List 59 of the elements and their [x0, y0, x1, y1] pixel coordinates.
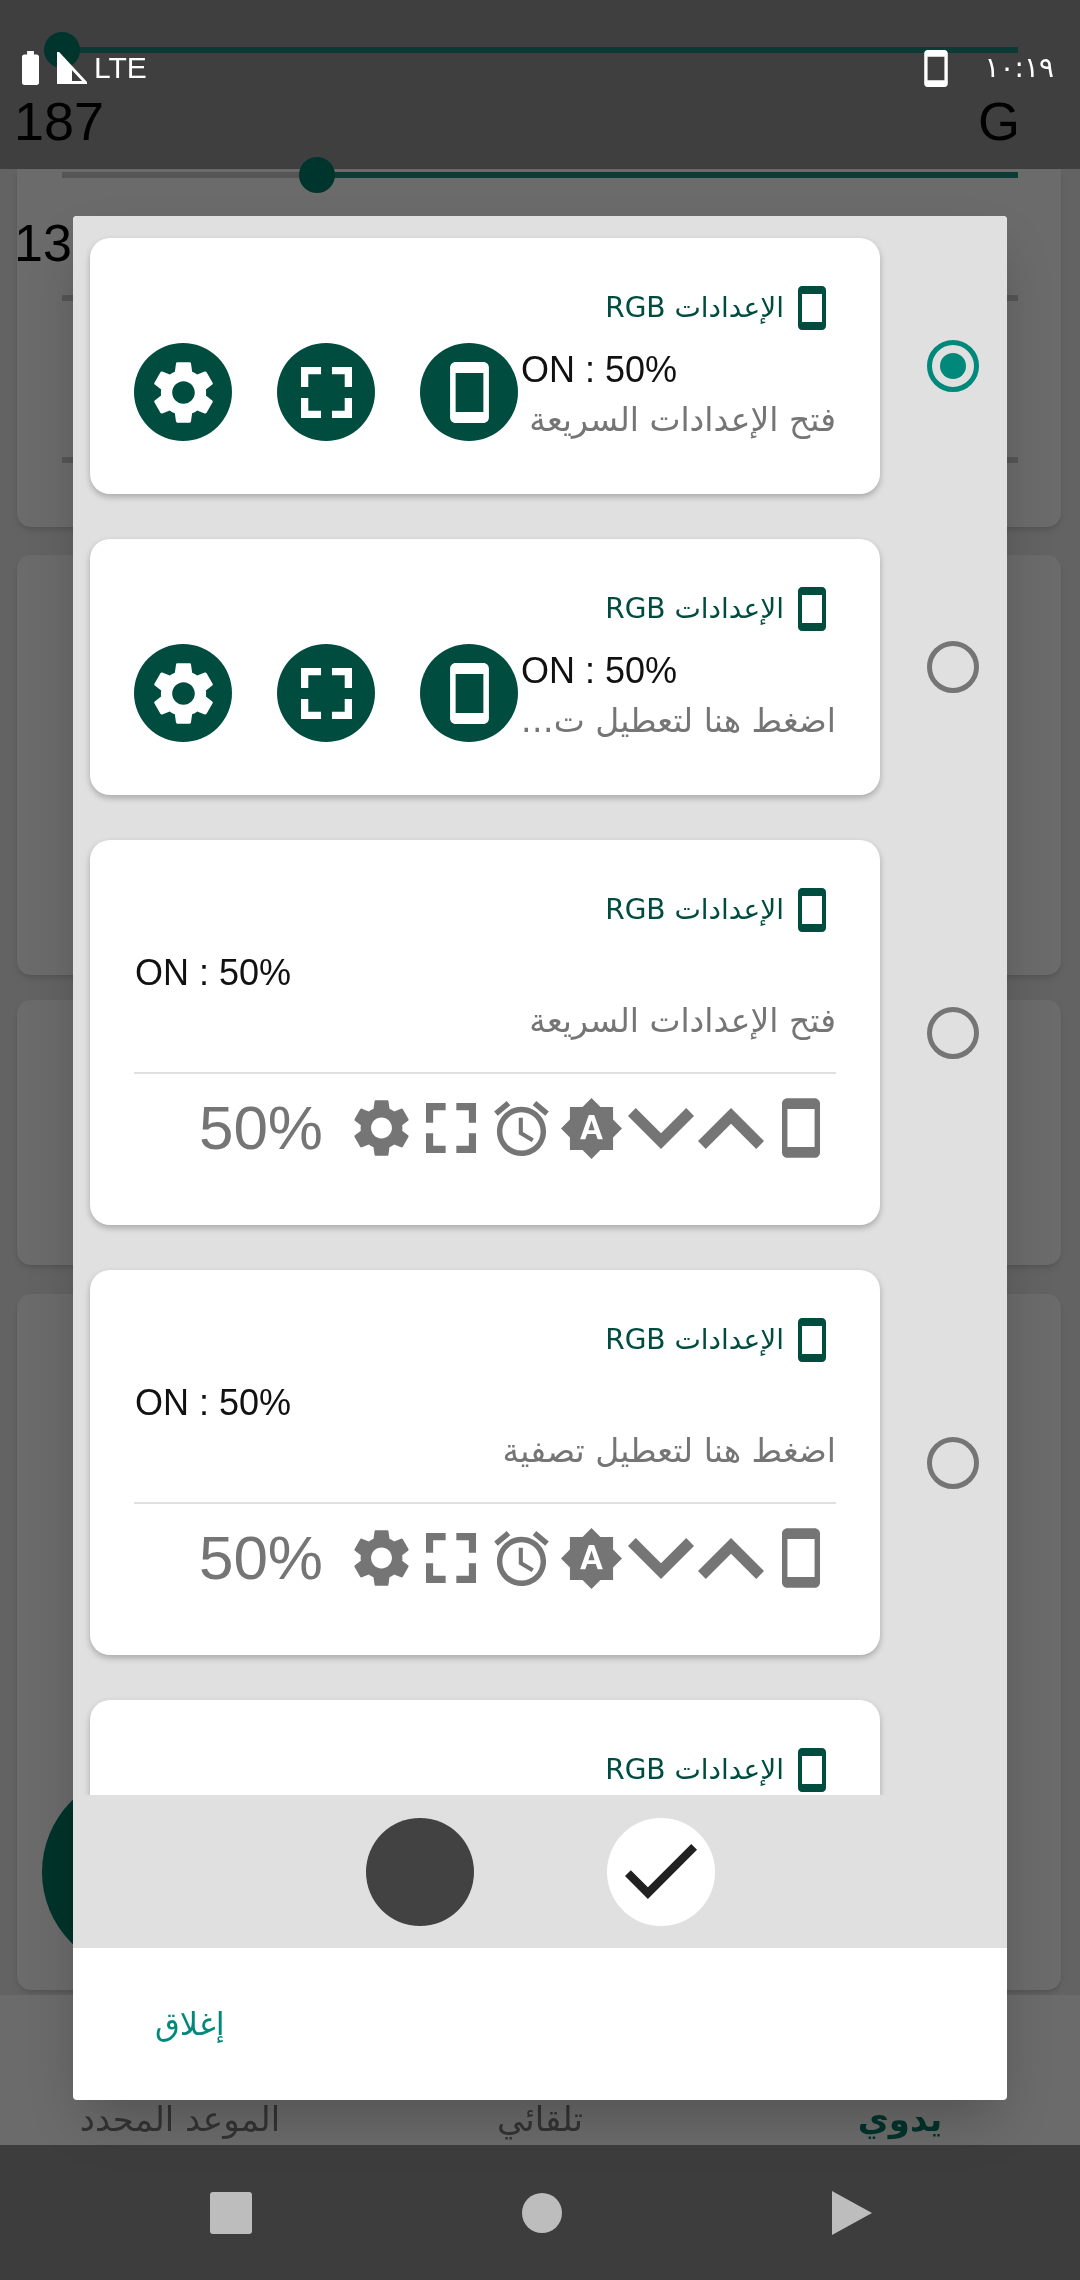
- phone-icon: [924, 49, 949, 87]
- card-title: الإعدادات RGB: [605, 1752, 784, 1788]
- fullscreen-icon: [300, 667, 352, 719]
- status-text: ON : 50%: [135, 952, 292, 994]
- chevron-up-icon[interactable]: [698, 1537, 764, 1579]
- phone-icon: [449, 361, 489, 423]
- card-subtitle: اضغط هنا لتعطيل ت…: [520, 700, 836, 742]
- radio-button[interactable]: [926, 340, 979, 392]
- back-icon[interactable]: [832, 2190, 872, 2235]
- phone-icon: [798, 1748, 826, 1792]
- phone-icon: [798, 1318, 826, 1362]
- card-subtitle: اضغط هنا لتعطيل تصفية: [502, 1430, 836, 1472]
- chevron-down-icon[interactable]: [628, 1107, 694, 1149]
- home-icon[interactable]: [522, 2192, 562, 2233]
- fullscreen-icon: [300, 366, 352, 418]
- settings-icon[interactable]: [353, 1529, 409, 1587]
- alarm-clock-icon[interactable]: [493, 1100, 549, 1156]
- card-subtitle: فتح الإعدادات السريعة: [529, 1000, 836, 1042]
- slider-thumb[interactable]: [299, 157, 336, 193]
- check-icon: [624, 1844, 697, 1899]
- brightness-auto-icon[interactable]: [560, 1097, 622, 1159]
- card-title: الإعدادات RGB: [605, 892, 784, 928]
- status-text: ON : 50%: [135, 1382, 292, 1424]
- signal-icon: [57, 52, 87, 84]
- network-type-label: LTE: [94, 50, 147, 86]
- phone-icon: [798, 888, 826, 932]
- radio-button[interactable]: [926, 1006, 979, 1059]
- percentage-text: 50%: [198, 1523, 323, 1593]
- clock-time: ١٠:١٩: [984, 50, 1054, 86]
- fullscreen-icon[interactable]: [426, 1103, 476, 1153]
- brightness-auto-icon[interactable]: [560, 1527, 622, 1589]
- card-title: الإعدادات RGB: [605, 591, 784, 627]
- phone-icon[interactable]: [782, 1528, 820, 1588]
- recents-icon[interactable]: [210, 2191, 252, 2234]
- value-label: 13: [14, 214, 72, 272]
- value-label: 187: [14, 94, 105, 148]
- close-button[interactable]: إغلاق: [131, 1992, 249, 2056]
- battery-icon: [22, 51, 39, 85]
- status-text: ON : 50%: [521, 650, 678, 692]
- status-text: ON : 50%: [521, 349, 678, 391]
- channel-label: G: [978, 94, 1020, 148]
- chevron-down-icon[interactable]: [628, 1537, 694, 1579]
- card-title: الإعدادات RGB: [605, 290, 784, 326]
- phone-icon: [798, 286, 826, 330]
- alarm-clock-icon[interactable]: [493, 1530, 549, 1586]
- settings-icon: [153, 360, 213, 424]
- fullscreen-icon[interactable]: [426, 1533, 476, 1583]
- settings-icon[interactable]: [353, 1099, 409, 1157]
- card-title: الإعدادات RGB: [605, 1322, 784, 1358]
- phone-icon: [449, 662, 489, 724]
- phone-icon: [798, 587, 826, 631]
- settings-icon: [153, 661, 213, 725]
- option-card[interactable]: الإعدادات RGB: [90, 1700, 880, 1795]
- percentage-text: 50%: [198, 1093, 323, 1163]
- radio-button[interactable]: [926, 641, 979, 693]
- chevron-up-icon[interactable]: [698, 1107, 764, 1149]
- radio-button[interactable]: [926, 1436, 979, 1489]
- phone-icon[interactable]: [782, 1098, 820, 1158]
- card-subtitle: فتح الإعدادات السريعة: [529, 399, 836, 441]
